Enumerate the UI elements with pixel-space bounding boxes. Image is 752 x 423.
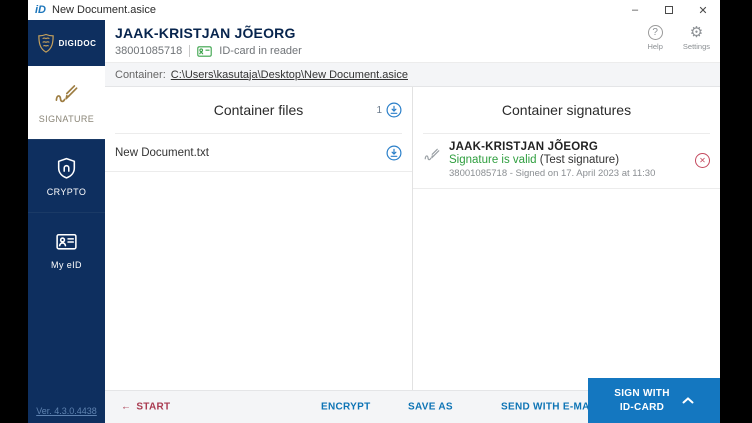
cardholder-subline: 38001085718 ID-card in reader <box>115 45 302 57</box>
start-button[interactable]: ← START <box>121 402 170 413</box>
chevron-up-icon <box>682 397 694 404</box>
sidebar-item-my-eid[interactable]: My eID <box>28 212 105 285</box>
download-file-icon[interactable] <box>386 145 402 161</box>
estonia-crest-icon <box>37 33 55 54</box>
sidebar-item-crypto[interactable]: CRYPTO <box>28 139 105 212</box>
sign-with-id-card-button[interactable]: SIGN WITH ID-CARD <box>588 378 720 423</box>
window-title: New Document.asice <box>52 4 156 16</box>
title-bar: iD New Document.asice – ✕ <box>28 0 720 20</box>
container-label: Container: <box>115 69 166 81</box>
start-label: START <box>136 402 170 413</box>
signatures-panel-title: Container signatures <box>413 87 720 133</box>
footer-bar: ← START ENCRYPT SAVE AS SEND WITH E-MAIL… <box>105 390 720 423</box>
sign-label-line1: SIGN WITH <box>614 388 669 399</box>
signature-row: JAAK-KRISTJAN JÕEORG Signature is valid … <box>413 134 720 189</box>
window-controls: – ✕ <box>618 0 720 20</box>
sidebar-item-label: SIGNATURE <box>39 114 94 124</box>
minimize-button[interactable]: – <box>618 0 652 20</box>
file-name: New Document.txt <box>115 147 209 159</box>
personal-id-code: 38001085718 <box>115 45 182 57</box>
download-all-icon[interactable] <box>386 102 402 118</box>
sidebar-item-signature[interactable]: SIGNATURE <box>28 66 105 139</box>
sidebar-item-label: CRYPTO <box>47 187 87 197</box>
divider <box>189 45 190 57</box>
settings-label: Settings <box>683 42 710 51</box>
signature-status-note: (Test signature) <box>540 154 619 166</box>
encrypt-button[interactable]: ENCRYPT <box>321 402 371 413</box>
sidebar: DIGIDOC SIGNATURE CRYPTO M <box>28 20 105 423</box>
help-label: Help <box>647 42 662 51</box>
remove-signature-button[interactable]: ✕ <box>695 153 710 168</box>
container-path-link[interactable]: C:\Users\kasutaja\Desktop\New Document.a… <box>171 69 408 81</box>
maximize-button[interactable] <box>652 0 686 20</box>
save-as-button[interactable]: SAVE AS <box>408 402 453 413</box>
gear-icon: ⚙ <box>690 25 703 40</box>
eid-card-icon <box>53 229 80 254</box>
signature-status: Signature is valid <box>449 154 537 166</box>
header: JAAK-KRISTJAN JÕEORG 38001085718 ID-card… <box>105 20 720 62</box>
signer-name: JAAK-KRISTJAN JÕEORG <box>449 141 687 153</box>
crypto-shield-icon <box>54 156 79 181</box>
cardholder-name: JAAK-KRISTJAN JÕEORG <box>115 25 296 41</box>
signature-pen-icon <box>423 146 441 164</box>
sign-label-line2: ID-CARD <box>620 402 664 413</box>
file-row[interactable]: New Document.txt <box>105 134 412 172</box>
send-email-button[interactable]: SEND WITH E-MAIL <box>501 402 599 413</box>
version-link[interactable]: Ver. 4.3.0.4438 <box>28 406 105 416</box>
container-files-panel: Container files 1 New Document.txt <box>105 87 413 390</box>
container-path-bar: Container: C:\Users\kasutaja\Desktop\New… <box>105 62 720 87</box>
signature-status-line: Signature is valid (Test signature) <box>449 154 687 166</box>
content-area: Container files 1 New Document.txt Conta… <box>105 87 720 390</box>
help-icon: ? <box>648 25 663 40</box>
header-actions: ? Help ⚙ Settings <box>647 25 710 51</box>
sign-button-label: SIGN WITH ID-CARD <box>614 387 669 414</box>
signature-info: JAAK-KRISTJAN JÕEORG Signature is valid … <box>449 141 687 179</box>
settings-button[interactable]: ⚙ Settings <box>683 25 710 51</box>
container-signatures-panel: Container signatures JAAK-KRISTJAN JÕEOR… <box>413 87 720 390</box>
files-panel-title: Container files <box>105 87 412 133</box>
app-logo-icon: iD <box>35 4 46 16</box>
close-button[interactable]: ✕ <box>686 0 720 20</box>
maximize-icon <box>665 6 673 14</box>
card-status-text: ID-card in reader <box>219 45 302 57</box>
file-count: 1 <box>376 105 382 116</box>
signature-pen-icon <box>53 81 80 108</box>
id-card-reader-icon <box>197 46 212 57</box>
help-button[interactable]: ? Help <box>647 25 662 51</box>
signature-details: 38001085718 - Signed on 17. April 2023 a… <box>449 168 687 179</box>
sidebar-item-label: My eID <box>51 260 82 270</box>
digidoc-logo: DIGIDOC <box>28 20 105 66</box>
digidoc-window: iD New Document.asice – ✕ DIGIDOC SIGNAT… <box>28 0 720 423</box>
files-panel-meta: 1 <box>376 102 402 118</box>
back-arrow-icon: ← <box>121 402 131 413</box>
digidoc-logo-text: DIGIDOC <box>59 39 97 48</box>
